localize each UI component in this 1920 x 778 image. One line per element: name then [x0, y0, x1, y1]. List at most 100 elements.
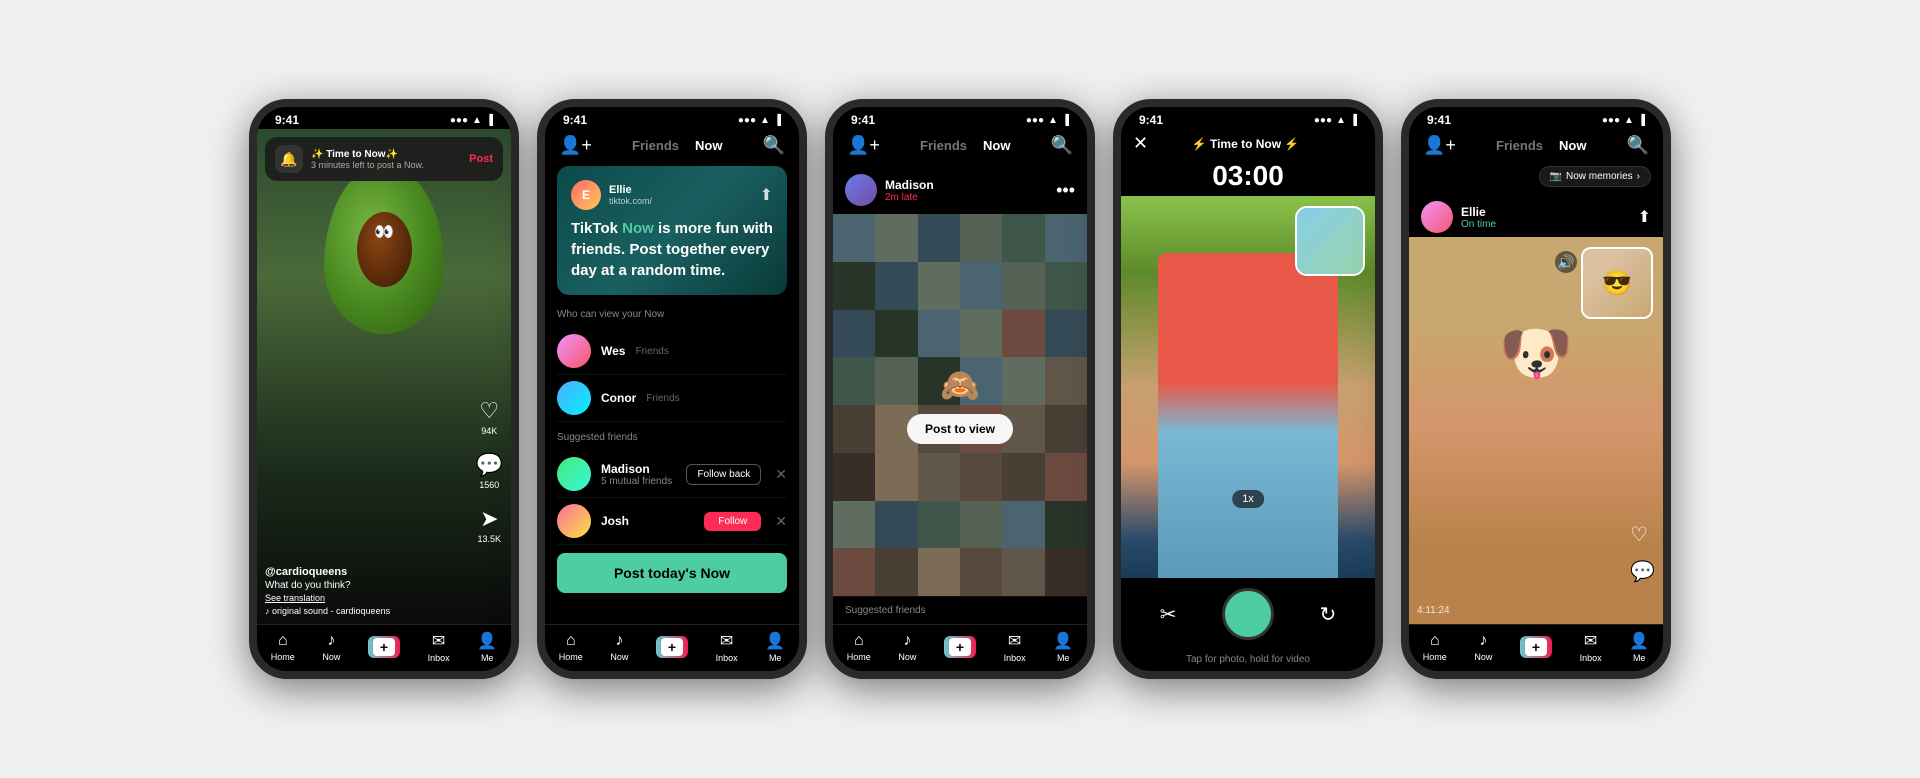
nav-now-5[interactable]: ♪ Now — [1474, 632, 1492, 662]
nav-inbox-5[interactable]: ✉ Inbox — [1580, 631, 1602, 663]
nav-home-5[interactable]: ⌂ Home — [1423, 632, 1447, 662]
dismiss-josh[interactable]: ✕ — [775, 513, 787, 530]
now-memories-button[interactable]: 📷 Now memories › — [1539, 166, 1651, 187]
create-button-5[interactable]: + — [1520, 636, 1552, 658]
now-icon-2: ♪ — [615, 632, 623, 650]
tab-now-3[interactable]: Now — [983, 138, 1010, 153]
add-friends-icon[interactable]: 👤+ — [557, 133, 594, 158]
notif-post-action[interactable]: Post — [469, 153, 493, 165]
tab-friends[interactable]: Friends — [632, 138, 679, 153]
sound-icon[interactable]: 🔊 — [1555, 251, 1577, 273]
close-camera-icon[interactable]: ✕ — [1133, 133, 1148, 154]
heart-icon: ♡ — [479, 398, 499, 424]
bottom-nav-5: ⌂ Home ♪ Now + ✉ Inbox 👤 — [1409, 624, 1663, 671]
nav-inbox-2[interactable]: ✉ Inbox — [716, 631, 738, 663]
post-to-view-button[interactable]: Post to view — [907, 414, 1013, 444]
blur-cell — [833, 405, 875, 453]
see-translation[interactable]: See translation — [265, 593, 461, 603]
nav-home-2[interactable]: ⌂ Home — [559, 632, 583, 662]
conor-name: Conor — [601, 391, 636, 405]
post-timestamp: 4:11:24 — [1417, 605, 1450, 616]
sound-info[interactable]: ♪ original sound - cardioqueens — [265, 606, 461, 616]
status-bar-5: 9:41 ●●● ▲ ▐ — [1409, 107, 1663, 129]
phone-5: 9:41 ●●● ▲ ▐ 👤+ Friends Now 🔍 📷 Now — [1401, 99, 1671, 679]
search-button[interactable]: 🔍 — [761, 133, 787, 158]
p5-top-nav: 👤+ Friends Now 🔍 — [1409, 129, 1663, 166]
share-post-icon[interactable]: ⬆ — [1638, 207, 1651, 227]
heart-icon-5[interactable]: ♡ — [1630, 522, 1655, 547]
create-button-2[interactable]: + — [656, 636, 688, 658]
nav-home-3[interactable]: ⌂ Home — [847, 632, 871, 662]
like-action[interactable]: ♡ 94K — [479, 398, 499, 436]
home-icon-5: ⌂ — [1430, 632, 1440, 650]
nav-now-2[interactable]: ♪ Now — [610, 632, 628, 662]
zoom-level[interactable]: 1x — [1232, 490, 1264, 508]
blur-cell — [918, 214, 960, 262]
nav-me-3[interactable]: 👤 Me — [1053, 631, 1073, 663]
now-feed-content: E Ellie tiktok.com/ ⬆ TikTok Now is more… — [545, 166, 799, 624]
share-action[interactable]: ➤ 13.5K — [478, 506, 502, 544]
home-label-2: Home — [559, 652, 583, 662]
more-options-icon[interactable]: ••• — [1056, 180, 1075, 201]
nav-now[interactable]: ♪ Now — [322, 632, 340, 662]
follow-button[interactable]: Follow — [704, 512, 761, 531]
nav-inbox-3[interactable]: ✉ Inbox — [1004, 631, 1026, 663]
share-icon: ➤ — [480, 506, 498, 532]
dismiss-madison[interactable]: ✕ — [775, 466, 787, 483]
nav-me-2[interactable]: 👤 Me — [765, 631, 785, 663]
post-now-button[interactable]: Post today's Now — [557, 553, 787, 593]
signal-icon-2: ●●● — [738, 115, 756, 126]
follow-back-button[interactable]: Follow back — [686, 464, 761, 485]
nav-create-2[interactable]: + — [656, 636, 688, 658]
notification-banner[interactable]: 🔔 ✨ Time to Now✨ 3 minutes left to post … — [265, 137, 503, 181]
nav-home[interactable]: ⌂ Home — [271, 632, 295, 662]
camera-viewfinder[interactable]: 1x — [1121, 196, 1375, 578]
promo-card: E Ellie tiktok.com/ ⬆ TikTok Now is more… — [557, 166, 787, 295]
search-button-3[interactable]: 🔍 — [1049, 133, 1075, 158]
wes-name: Wes — [601, 344, 625, 358]
home-icon-3: ⌂ — [854, 632, 864, 650]
nav-now-3[interactable]: ♪ Now — [898, 632, 916, 662]
add-friends-icon-5[interactable]: 👤+ — [1421, 133, 1458, 158]
create-button[interactable]: + — [368, 636, 400, 658]
nav-create-3[interactable]: + — [944, 636, 976, 658]
blur-cell — [833, 214, 875, 262]
promo-share-icon[interactable]: ⬆ — [760, 185, 773, 205]
add-friends-icon-3[interactable]: 👤+ — [845, 133, 882, 158]
blur-cell — [875, 262, 917, 310]
blur-cell — [875, 548, 917, 596]
camera-controls: ✂ ↻ — [1121, 578, 1375, 650]
search-button-5[interactable]: 🔍 — [1625, 133, 1651, 158]
nav-me[interactable]: 👤 Me — [477, 631, 497, 663]
create-button-3[interactable]: + — [944, 636, 976, 658]
username[interactable]: @cardioqueens — [265, 566, 461, 578]
nav-create-5[interactable]: + — [1520, 636, 1552, 658]
madison-name: Madison — [601, 462, 676, 476]
bottom-nav-1: ⌂ Home ♪ Now + ✉ Inbox 👤 — [257, 624, 511, 671]
promo-user-details: Ellie tiktok.com/ — [609, 184, 652, 206]
comment-icon-5[interactable]: 💬 — [1630, 559, 1655, 584]
ellie-info: Ellie On time — [1461, 205, 1630, 230]
share-count: 13.5K — [478, 534, 502, 544]
flip-camera-icon[interactable]: ↻ — [1319, 602, 1336, 627]
phones-container: 9:41 ●●● ▲ ▐ 👀 — [249, 99, 1671, 679]
caption: What do you think? — [265, 580, 461, 591]
tab-now[interactable]: Now — [695, 138, 722, 153]
feed-sidebar: ♡ 94K 💬 1560 ➤ 13.5K — [476, 398, 503, 544]
tab-friends-5[interactable]: Friends — [1496, 138, 1543, 153]
nav-inbox[interactable]: ✉ Inbox — [428, 631, 450, 663]
nav-me-5[interactable]: 👤 Me — [1629, 631, 1649, 663]
nav-create[interactable]: + — [368, 636, 400, 658]
now-label-2: Now — [610, 652, 628, 662]
tab-now-5[interactable]: Now — [1559, 138, 1586, 153]
blur-cell — [960, 310, 1002, 358]
signal-icon-5: ●●● — [1602, 115, 1620, 126]
wifi-icon-4: ▲ — [1336, 115, 1346, 126]
capture-button[interactable] — [1222, 588, 1274, 640]
madison-post-name: Madison — [885, 178, 1048, 192]
blur-cell — [833, 262, 875, 310]
comment-action[interactable]: 💬 1560 — [476, 452, 503, 490]
promo-text: TikTok Now is more fun with friends. Pos… — [571, 218, 773, 281]
flash-icon[interactable]: ✂ — [1160, 602, 1177, 627]
tab-friends-3[interactable]: Friends — [920, 138, 967, 153]
